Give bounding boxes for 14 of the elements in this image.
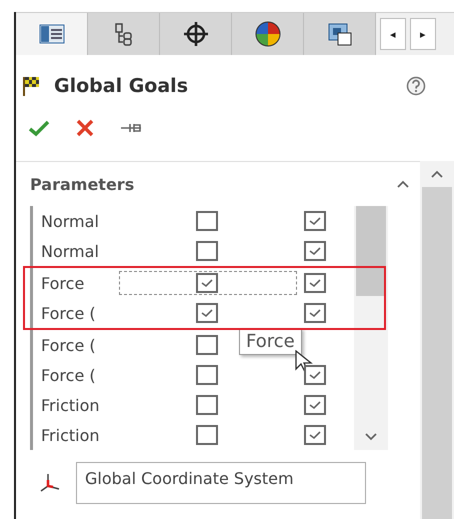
row-label[interactable]: Force ( bbox=[33, 304, 133, 322]
input-field[interactable]: Global Coordinate System bbox=[76, 462, 366, 504]
scroll-button[interactable]: ◂ bbox=[380, 18, 406, 50]
row-label[interactable]: Friction bbox=[33, 396, 133, 414]
row-label[interactable]: Force ( bbox=[33, 366, 133, 384]
row-label[interactable]: Force bbox=[33, 274, 133, 292]
row-label[interactable]: Friction bbox=[33, 426, 133, 444]
row-label[interactable]: Force ( bbox=[33, 336, 133, 354]
row-label[interactable]: Normal bbox=[33, 212, 133, 230]
panel-title: Global Goals bbox=[54, 75, 190, 97]
section-title: Parameters bbox=[30, 174, 136, 194]
tooltip: Force bbox=[239, 328, 302, 355]
row-label[interactable]: Normal bbox=[33, 242, 133, 260]
scroll-button[interactable]: ▸ bbox=[410, 18, 436, 50]
